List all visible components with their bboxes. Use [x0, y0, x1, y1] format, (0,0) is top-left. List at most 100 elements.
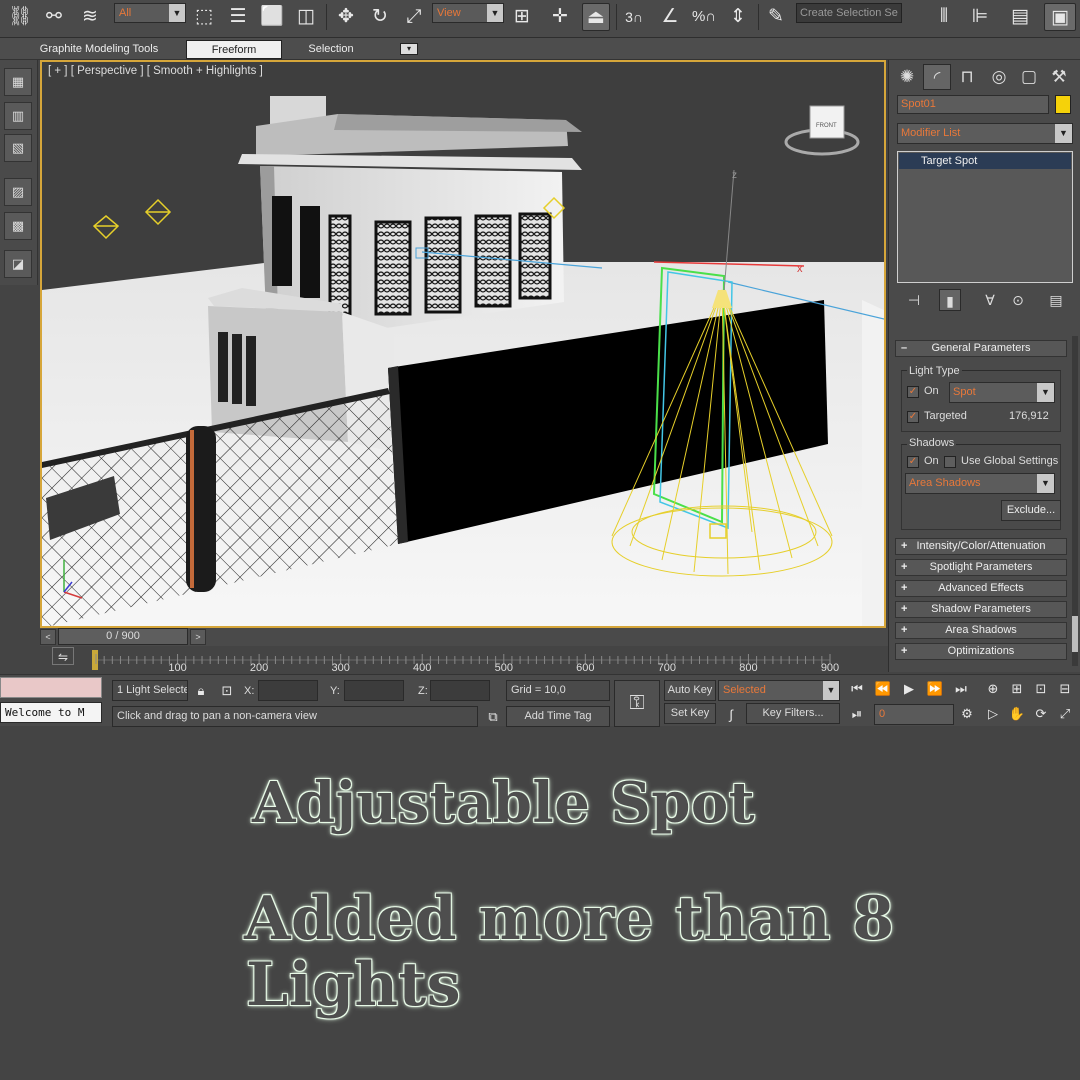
- default-tangent-icon[interactable]: ∫: [722, 706, 740, 724]
- hierarchy-tab-icon[interactable]: ⊓: [953, 64, 981, 90]
- object-color-swatch[interactable]: [1055, 95, 1071, 114]
- go-to-start-icon[interactable]: ⏮: [848, 680, 866, 698]
- general-parameters-rollout[interactable]: – General Parameters: [895, 340, 1067, 357]
- scale-icon[interactable]: ⤢: [400, 3, 428, 31]
- set-key-button[interactable]: Set Key: [664, 703, 716, 724]
- rectangular-selection-icon[interactable]: ⬜: [258, 3, 286, 31]
- utilities-tab-icon[interactable]: ⚒: [1045, 64, 1073, 90]
- track-bar[interactable]: ⇋ 100 200 300 400 500 600 700 800 900: [40, 646, 888, 674]
- advanced-effects-rollout[interactable]: + Advanced Effects: [895, 580, 1067, 597]
- modifier-stack[interactable]: Target Spot: [897, 151, 1073, 283]
- make-unique-icon[interactable]: ∀: [979, 289, 1001, 311]
- pivot-center-icon[interactable]: ⊞: [508, 3, 536, 31]
- field-of-view-icon[interactable]: ▷: [984, 705, 1002, 723]
- bind-space-warp-icon[interactable]: ≋: [76, 3, 104, 31]
- add-time-tag-button[interactable]: Add Time Tag: [506, 706, 610, 727]
- select-object-icon[interactable]: ⬚: [190, 3, 218, 31]
- configure-modifier-sets-icon[interactable]: ▤: [1045, 289, 1067, 311]
- spotlight-parameters-rollout[interactable]: + Spotlight Parameters: [895, 559, 1067, 576]
- z-coordinate-field[interactable]: [430, 680, 490, 701]
- display-tab-icon[interactable]: ▢: [1015, 64, 1043, 90]
- edit-named-selection-icon[interactable]: ✎: [762, 3, 790, 31]
- optimizations-rollout[interactable]: + Optimizations: [895, 643, 1067, 660]
- maxscript-listener-white[interactable]: Welcome to M: [0, 702, 102, 723]
- key-mode-toggle-icon[interactable]: ⏯: [848, 705, 866, 723]
- key-icon[interactable]: ⚿: [614, 680, 660, 727]
- maximize-viewport-icon[interactable]: ⤢: [1056, 705, 1074, 723]
- mirror-icon[interactable]: ⫴: [930, 3, 958, 31]
- time-slider[interactable]: < 0 / 900 >: [40, 628, 888, 646]
- x-coordinate-field[interactable]: [258, 680, 318, 701]
- lock-icon[interactable]: 🔒︎: [192, 682, 210, 700]
- next-frame-arrow-icon[interactable]: >: [190, 629, 206, 645]
- modify-tab-icon[interactable]: ◜: [923, 64, 951, 90]
- unlink-icon[interactable]: ⚯: [40, 3, 68, 31]
- move-icon[interactable]: ✥: [332, 3, 360, 31]
- render-frame-icon[interactable]: ▣: [1044, 3, 1076, 31]
- time-tag-icon[interactable]: ⧉: [484, 708, 502, 726]
- tab-selection[interactable]: Selection: [292, 40, 370, 59]
- show-end-result-icon[interactable]: ▮: [939, 289, 961, 311]
- perspective-viewport[interactable]: x z FRONT [ + ] [ Perspective ] [ Smooth…: [40, 60, 886, 628]
- keyboard-shortcut-override-icon[interactable]: ⏏: [582, 3, 610, 31]
- key-filters-button[interactable]: Key Filters...: [746, 703, 840, 724]
- create-tab-icon[interactable]: ✺: [893, 64, 921, 90]
- named-selection-field[interactable]: Create Selection Se: [796, 3, 902, 23]
- tab-graphite-modeling-tools[interactable]: Graphite Modeling Tools: [26, 40, 172, 59]
- stack-select-icon[interactable]: ▧: [4, 134, 32, 162]
- motion-tab-icon[interactable]: ◎: [985, 64, 1013, 90]
- area-shadows-rollout[interactable]: + Area Shadows: [895, 622, 1067, 639]
- exclude-button[interactable]: Exclude...: [1001, 500, 1061, 521]
- spinner-snap-icon[interactable]: ⇕: [724, 3, 752, 31]
- reference-coordinate-dropdown[interactable]: View ▼: [432, 3, 504, 23]
- light-on-checkbox[interactable]: ✓: [907, 386, 919, 398]
- align-icon[interactable]: ⊫: [966, 3, 994, 31]
- pin-stack-icon[interactable]: ⊣: [903, 289, 925, 311]
- command-panel-scrollbar[interactable]: [1072, 336, 1078, 666]
- current-frame-field[interactable]: 0: [874, 704, 954, 725]
- viewport-label[interactable]: [ + ] [ Perspective ] [ Smooth + Highlig…: [48, 65, 263, 77]
- zoom-extents-all-icon[interactable]: ⊟: [1056, 680, 1074, 698]
- shadow-parameters-rollout[interactable]: + Shadow Parameters: [895, 601, 1067, 618]
- viewcube[interactable]: [809, 105, 845, 139]
- orbit-icon[interactable]: ⟳: [1032, 705, 1050, 723]
- go-to-end-icon[interactable]: ⏭: [952, 680, 970, 698]
- pan-view-icon[interactable]: ✋: [1008, 705, 1026, 723]
- zoom-all-icon[interactable]: ⊞: [1008, 680, 1026, 698]
- key-mode-dropdown[interactable]: Selected ▼: [718, 680, 840, 701]
- select-link-icon[interactable]: ⛓: [6, 3, 34, 31]
- shadows-on-checkbox[interactable]: ✓: [907, 456, 919, 468]
- light-type-dropdown[interactable]: Spot ▼: [949, 382, 1055, 403]
- brush-select-icon[interactable]: ▥: [4, 102, 32, 130]
- previous-key-icon[interactable]: ⏪: [874, 680, 892, 698]
- use-global-settings-checkbox[interactable]: [944, 456, 956, 468]
- shadow-type-dropdown[interactable]: Area Shadows ▼: [905, 473, 1055, 494]
- object-paint-icon[interactable]: ▦: [4, 68, 32, 96]
- percent-snap-icon[interactable]: %∩: [690, 3, 718, 31]
- absolute-mode-icon[interactable]: ⊡: [218, 682, 236, 700]
- angle-snap-icon[interactable]: ∠: [656, 3, 684, 31]
- snaps-toggle-icon[interactable]: 3∩: [620, 3, 648, 31]
- zoom-icon[interactable]: ⊕: [984, 680, 1002, 698]
- intensity-color-attenuation-rollout[interactable]: + Intensity/Color/Attenuation: [895, 538, 1067, 555]
- object-name-field[interactable]: Spot01: [897, 95, 1049, 114]
- rotate-icon[interactable]: ↻: [366, 3, 394, 31]
- auto-key-button[interactable]: Auto Key: [664, 680, 716, 701]
- selection-filter-dropdown[interactable]: All ▼: [114, 3, 186, 23]
- modifier-list-dropdown[interactable]: Modifier List ▼: [897, 123, 1073, 144]
- next-key-icon[interactable]: ⏩: [926, 680, 944, 698]
- populate-icon[interactable]: ▨: [4, 178, 32, 206]
- play-icon[interactable]: ▶: [900, 680, 918, 698]
- layer-manager-icon[interactable]: ▤: [1006, 3, 1034, 31]
- extrude-icon[interactable]: ▩: [4, 212, 32, 240]
- previous-frame-arrow-icon[interactable]: <: [40, 629, 56, 645]
- time-slider-thumb[interactable]: 0 / 900: [58, 628, 188, 645]
- zoom-extents-icon[interactable]: ⊡: [1032, 680, 1050, 698]
- tab-freeform[interactable]: Freeform: [186, 40, 282, 59]
- y-coordinate-field[interactable]: [344, 680, 404, 701]
- remove-modifier-icon[interactable]: ⊙: [1007, 289, 1029, 311]
- time-configuration-icon[interactable]: ⚙: [958, 705, 976, 723]
- maxscript-listener-pink[interactable]: [0, 677, 102, 698]
- terrain-icon[interactable]: ◪: [4, 250, 32, 278]
- stack-item-target-spot[interactable]: Target Spot: [899, 153, 1071, 169]
